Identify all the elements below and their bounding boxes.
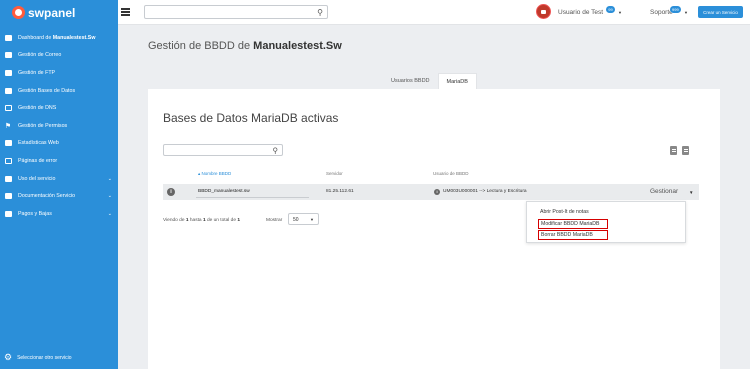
- support-badge: 999: [670, 6, 681, 13]
- docs-icon: [4, 193, 12, 200]
- sidebar-nav: Dashboard de Manualestest.Sw Gestión de …: [0, 29, 118, 223]
- sidebar-item-label: Dashboard de Manualestest.Sw: [18, 34, 96, 41]
- manage-dropdown-menu: Abrir Post-It de notas Modificar BBDD Ma…: [526, 201, 686, 243]
- manage-button[interactable]: Gestionar: [650, 188, 678, 195]
- usage-icon: [4, 175, 12, 182]
- sidebar-item-dns[interactable]: Gestión de DNS: [0, 99, 118, 117]
- info-icon[interactable]: i: [434, 189, 440, 195]
- show-label: Mostrar: [266, 218, 283, 223]
- payments-icon: [4, 210, 12, 217]
- search-icon[interactable]: ⚲: [273, 146, 279, 155]
- dns-icon: [4, 105, 12, 112]
- tab-mariadb[interactable]: MariaDB: [437, 73, 477, 89]
- column-header-user[interactable]: Usuario de BBDD: [433, 171, 469, 176]
- chevron-down-icon: ⌄: [107, 210, 112, 217]
- column-header-name[interactable]: ▴ Nombre BBDD: [198, 171, 231, 177]
- sidebar-item-databases[interactable]: Gestión Bases de Datos: [0, 82, 118, 100]
- sidebar-item-label: Gestión de Permisos: [18, 122, 68, 129]
- chevron-down-icon: ⌄: [107, 193, 112, 200]
- folder-icon: [4, 69, 12, 76]
- info-icon[interactable]: i: [167, 188, 175, 196]
- brand-name: swpanel: [28, 5, 76, 20]
- dashboard-icon: [4, 34, 12, 41]
- sidebar-item-label: Documentación Servicio: [18, 193, 76, 200]
- card-title: Bases de Datos MariaDB activas: [163, 111, 339, 125]
- database-icon: [4, 87, 12, 94]
- mail-icon: [4, 52, 12, 59]
- menu-item-modify-db[interactable]: Modificar BBDD MariaDB: [538, 219, 608, 229]
- name-underline: [196, 197, 309, 198]
- column-header-server[interactable]: Servidor: [326, 171, 343, 176]
- select-service-label: Seleccionar otro servicio: [17, 354, 72, 361]
- menu-item-open-postit[interactable]: Abrir Post-It de notas: [540, 209, 589, 215]
- db-server: 81.25.112.61: [326, 189, 354, 194]
- select-service-link[interactable]: ⚙ Seleccionar otro servicio: [4, 352, 72, 363]
- caret-down-icon[interactable]: ▼: [689, 190, 693, 195]
- logo-icon: [12, 6, 25, 19]
- caret-down-icon[interactable]: ▼: [684, 10, 688, 15]
- sidebar: swpanel Dashboard de Manualestest.Sw Ges…: [0, 0, 118, 369]
- sidebar-item-label: Uso del servicio: [18, 175, 56, 182]
- tab-users[interactable]: Usuarios BBDD: [383, 73, 438, 89]
- sidebar-item-label: Páginas de error: [18, 157, 58, 164]
- sidebar-item-label: Gestión de FTP: [18, 69, 56, 76]
- sidebar-item-error-pages[interactable]: Páginas de error: [0, 152, 118, 170]
- menu-item-delete-db[interactable]: Borrar BBDD MariaDB: [538, 230, 608, 240]
- export-pdf-icon[interactable]: [670, 146, 677, 155]
- sidebar-item-label: Estadísticas Web: [18, 140, 59, 147]
- sidebar-item-ftp[interactable]: Gestión de FTP: [0, 64, 118, 82]
- sidebar-item-label: Pagos y Bajas: [18, 210, 52, 217]
- top-bar: ⚲ Usuario de Test 99 ▼ Soporte 999 ▼ Cre…: [118, 0, 750, 25]
- sidebar-item-label: Gestión de DNS: [18, 105, 57, 112]
- page-size-value: 50: [293, 217, 299, 223]
- chevron-down-icon: ⌄: [107, 175, 112, 182]
- sidebar-item-dashboard[interactable]: Dashboard de Manualestest.Sw: [0, 29, 118, 47]
- export-csv-icon[interactable]: [682, 146, 689, 155]
- sidebar-item-label: Gestión de Correo: [18, 52, 62, 59]
- table-search-input[interactable]: ⚲: [163, 144, 283, 156]
- create-service-button[interactable]: Crear un Servicio: [698, 6, 743, 18]
- chart-icon: [4, 140, 12, 147]
- sidebar-item-label: Gestión Bases de Datos: [18, 87, 76, 94]
- db-name: BBDD_manualestest.sw: [198, 189, 250, 194]
- page-size-select[interactable]: 50 ▼: [288, 213, 319, 225]
- caret-down-icon[interactable]: ▼: [618, 10, 622, 15]
- db-user: UM003U000001 --> Lectura y Escritura: [443, 189, 527, 194]
- search-input[interactable]: ⚲: [144, 5, 328, 19]
- sidebar-item-docs[interactable]: Documentación Servicio ⌄: [0, 187, 118, 205]
- avatar[interactable]: [536, 4, 551, 19]
- user-menu[interactable]: Usuario de Test: [558, 9, 603, 16]
- sidebar-item-usage[interactable]: Uso del servicio ⌄: [0, 170, 118, 188]
- sidebar-item-mail[interactable]: Gestión de Correo: [0, 47, 118, 65]
- user-badge: 99: [606, 6, 615, 13]
- tabs: Usuarios BBDD MariaDB: [383, 73, 477, 89]
- menu-icon[interactable]: [121, 8, 130, 16]
- table-row: i BBDD_manualestest.sw 81.25.112.61 i UM…: [163, 184, 699, 200]
- sidebar-item-payments[interactable]: Pagos y Bajas ⌄: [0, 205, 118, 223]
- brand-logo[interactable]: swpanel: [0, 0, 118, 25]
- caret-down-icon: ▼: [310, 217, 314, 222]
- key-icon: ⚑: [4, 122, 12, 130]
- gear-icon: ⚙: [4, 352, 13, 362]
- search-icon[interactable]: ⚲: [317, 8, 323, 17]
- page-icon: [4, 157, 12, 164]
- sidebar-item-permissions[interactable]: ⚑ Gestión de Permisos: [0, 117, 118, 135]
- sidebar-item-stats[interactable]: Estadísticas Web: [0, 135, 118, 153]
- page-title: Gestión de BBDD de Manualestest.Sw: [148, 40, 342, 52]
- table-summary: Viendo de 1 hasta 1 de un total de 1: [163, 218, 241, 223]
